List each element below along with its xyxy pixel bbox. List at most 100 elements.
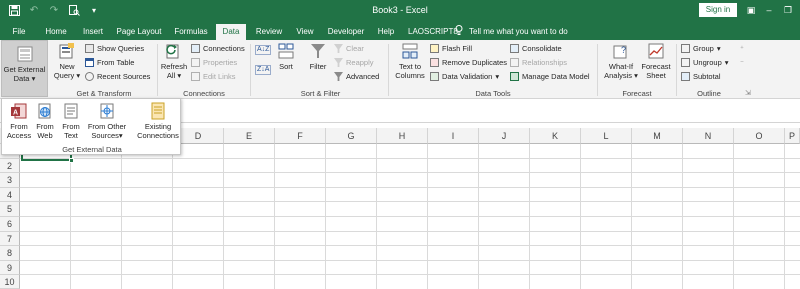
column-header-e[interactable]: E xyxy=(224,128,275,144)
flash-fill-icon xyxy=(430,44,439,53)
recent-sources-button[interactable]: Recent Sources xyxy=(85,72,150,81)
row-header-2[interactable]: 2 xyxy=(0,158,20,174)
show-detail-icon[interactable]: ⁺ xyxy=(740,44,744,53)
filter-button[interactable]: Filter xyxy=(306,42,330,86)
tab-view[interactable]: View xyxy=(293,24,317,40)
connections-group-label: Connections xyxy=(183,89,225,98)
forecast-group-label: Forecast xyxy=(622,89,652,98)
what-if-analysis-button[interactable]: ? What-If Analysis ▾ xyxy=(603,42,639,86)
group-button[interactable]: Group ▾ xyxy=(681,44,721,53)
column-header-i[interactable]: I xyxy=(428,128,479,144)
row-header-10[interactable]: 10 xyxy=(0,275,20,289)
flash-fill-button[interactable]: Flash Fill xyxy=(430,44,472,53)
text-to-columns-button[interactable]: Text to Columns xyxy=(392,42,428,86)
row-header-4[interactable]: 4 xyxy=(0,187,20,203)
connections-button[interactable]: Connections xyxy=(191,44,245,53)
from-access-label: From Access xyxy=(6,122,32,140)
connections-icon xyxy=(191,44,200,53)
remove-duplicates-button[interactable]: Remove Duplicates xyxy=(430,58,507,67)
column-header-k[interactable]: K xyxy=(530,128,581,144)
ribbon-display-options-icon[interactable]: ▣ xyxy=(744,2,758,18)
row-header-9[interactable]: 9 xyxy=(0,260,20,276)
sign-in-button[interactable]: Sign in xyxy=(699,3,737,17)
column-header-m[interactable]: M xyxy=(632,128,683,144)
column-header-n[interactable]: N xyxy=(683,128,734,144)
tab-developer[interactable]: Developer xyxy=(325,24,367,40)
tab-review[interactable]: Review xyxy=(254,24,284,40)
grid-row-line xyxy=(20,259,800,261)
tab-data[interactable]: Data xyxy=(216,24,246,40)
sort-button[interactable]: Sort xyxy=(275,42,297,86)
from-text-button[interactable]: From Text xyxy=(60,102,82,140)
svg-text:A: A xyxy=(13,110,18,117)
grid-row-line xyxy=(20,157,800,159)
from-other-sources-button[interactable]: From Other Sources▾ xyxy=(85,102,129,140)
properties-button[interactable]: Properties xyxy=(191,58,237,67)
tab-help[interactable]: Help xyxy=(375,24,397,40)
new-query-label: New Query xyxy=(53,62,75,80)
data-validation-button[interactable]: Data Validation ▾ xyxy=(430,72,499,81)
refresh-all-button[interactable]: Refresh All ▾ xyxy=(160,42,188,86)
fill-handle[interactable] xyxy=(69,158,74,163)
tab-home[interactable]: Home xyxy=(43,24,69,40)
relationships-button[interactable]: Relationships xyxy=(510,58,567,67)
get-external-data-dropdown: A From Access From Web From Text From Ot… xyxy=(1,98,181,155)
column-header-j[interactable]: J xyxy=(479,128,530,144)
from-table-button[interactable]: From Table xyxy=(85,58,134,67)
sort-a-z-button[interactable]: A↓Z xyxy=(255,45,272,55)
forecast-sheet-button[interactable]: Forecast Sheet xyxy=(641,42,671,86)
tab-insert[interactable]: Insert xyxy=(80,24,106,40)
subtotal-label: Subtotal xyxy=(693,72,721,81)
sort-descending-icon: Z↓A xyxy=(255,65,272,75)
edit-links-icon xyxy=(191,72,200,81)
row-header-3[interactable]: 3 xyxy=(0,173,20,188)
ungroup-button[interactable]: Ungroup ▾ xyxy=(681,58,729,67)
manage-data-model-button[interactable]: Manage Data Model xyxy=(510,72,590,81)
subtotal-button[interactable]: Subtotal xyxy=(681,72,721,81)
maximize-icon[interactable]: ❐ xyxy=(781,2,795,18)
from-web-label: From Web xyxy=(36,122,54,140)
get-external-data-button[interactable]: Get External Data ▾ xyxy=(1,40,48,97)
web-globe-icon xyxy=(38,103,51,119)
column-header-h[interactable]: H xyxy=(377,128,428,144)
row-header-5[interactable]: 5 xyxy=(0,202,20,217)
ribbon: Get External Data ▾ New Query ▾ Show Que… xyxy=(0,40,800,99)
minimize-icon[interactable]: – xyxy=(762,2,776,18)
from-web-button[interactable]: From Web xyxy=(34,102,56,140)
sort-filter-group-label: Sort & Filter xyxy=(300,89,341,98)
sort-z-a-button[interactable]: Z↓A xyxy=(255,65,272,75)
from-access-button[interactable]: A From Access xyxy=(6,102,32,140)
tab-formulas[interactable]: Formulas xyxy=(172,24,210,40)
clear-button[interactable]: Clear xyxy=(334,44,364,53)
column-header-f[interactable]: F xyxy=(275,128,326,144)
column-header-l[interactable]: L xyxy=(581,128,632,144)
new-query-button[interactable]: New Query ▾ xyxy=(53,42,81,86)
show-queries-button[interactable]: Show Queries xyxy=(85,44,144,53)
column-header-g[interactable]: G xyxy=(326,128,377,144)
tab-laoscript8[interactable]: LAOSCRIPT8 xyxy=(408,24,458,40)
dialog-launcher-icon[interactable]: ⇲ xyxy=(745,89,751,97)
hide-detail-icon[interactable]: ⁻ xyxy=(740,58,744,67)
grid-row-line xyxy=(20,186,800,188)
reapply-button[interactable]: Reapply xyxy=(334,58,374,67)
grid-row-line xyxy=(20,274,800,276)
column-header-o[interactable]: O xyxy=(734,128,785,144)
row-header-8[interactable]: 8 xyxy=(0,246,20,261)
consolidate-button[interactable]: Consolidate xyxy=(510,44,562,53)
text-to-columns-icon xyxy=(402,43,418,59)
other-sources-icon xyxy=(100,103,114,119)
dropdown-group-label: Get External Data xyxy=(62,145,122,154)
data-model-icon xyxy=(510,72,519,81)
advanced-filter-button[interactable]: Advanced xyxy=(334,72,379,81)
existing-connections-button[interactable]: Existing Connections xyxy=(136,102,180,140)
row-header-7[interactable]: 7 xyxy=(0,231,20,247)
column-header-p[interactable]: P xyxy=(785,128,800,144)
title-bar: ↶ ↷ ▾ Book3 - Excel Sign in ▣ – ❐ xyxy=(0,0,800,21)
row-header-6[interactable]: 6 xyxy=(0,217,20,232)
tell-me-box[interactable]: Tell me what you want to do xyxy=(455,25,568,37)
refresh-all-label: Refresh All xyxy=(160,62,188,80)
tab-file[interactable]: File xyxy=(8,24,30,40)
tab-page-layout[interactable]: Page Layout xyxy=(116,24,162,40)
new-query-icon xyxy=(59,43,74,59)
edit-links-button[interactable]: Edit Links xyxy=(191,72,236,81)
